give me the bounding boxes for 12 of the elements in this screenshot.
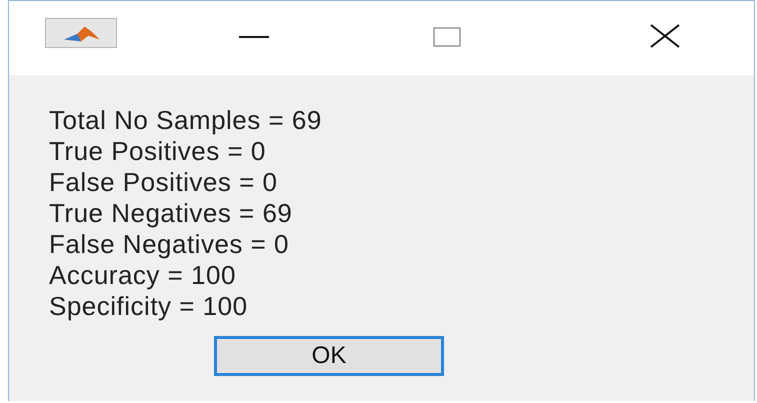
maximize-icon[interactable]	[433, 27, 461, 47]
close-icon[interactable]	[649, 23, 681, 49]
message-text: False Positives = 0	[49, 167, 278, 198]
message-text: True Negatives = 69	[49, 198, 292, 229]
message-text: Accuracy = 100	[49, 260, 236, 291]
message-text: Specificity = 100	[49, 291, 248, 322]
message-text: True Positives = 0	[49, 136, 266, 167]
message-text: False Negatives = 0	[49, 229, 290, 260]
app-icon	[45, 18, 117, 48]
minimize-icon[interactable]	[239, 35, 269, 39]
message-text: Total No Samples = 69	[49, 105, 322, 136]
ok-button[interactable]: OK	[214, 336, 444, 376]
